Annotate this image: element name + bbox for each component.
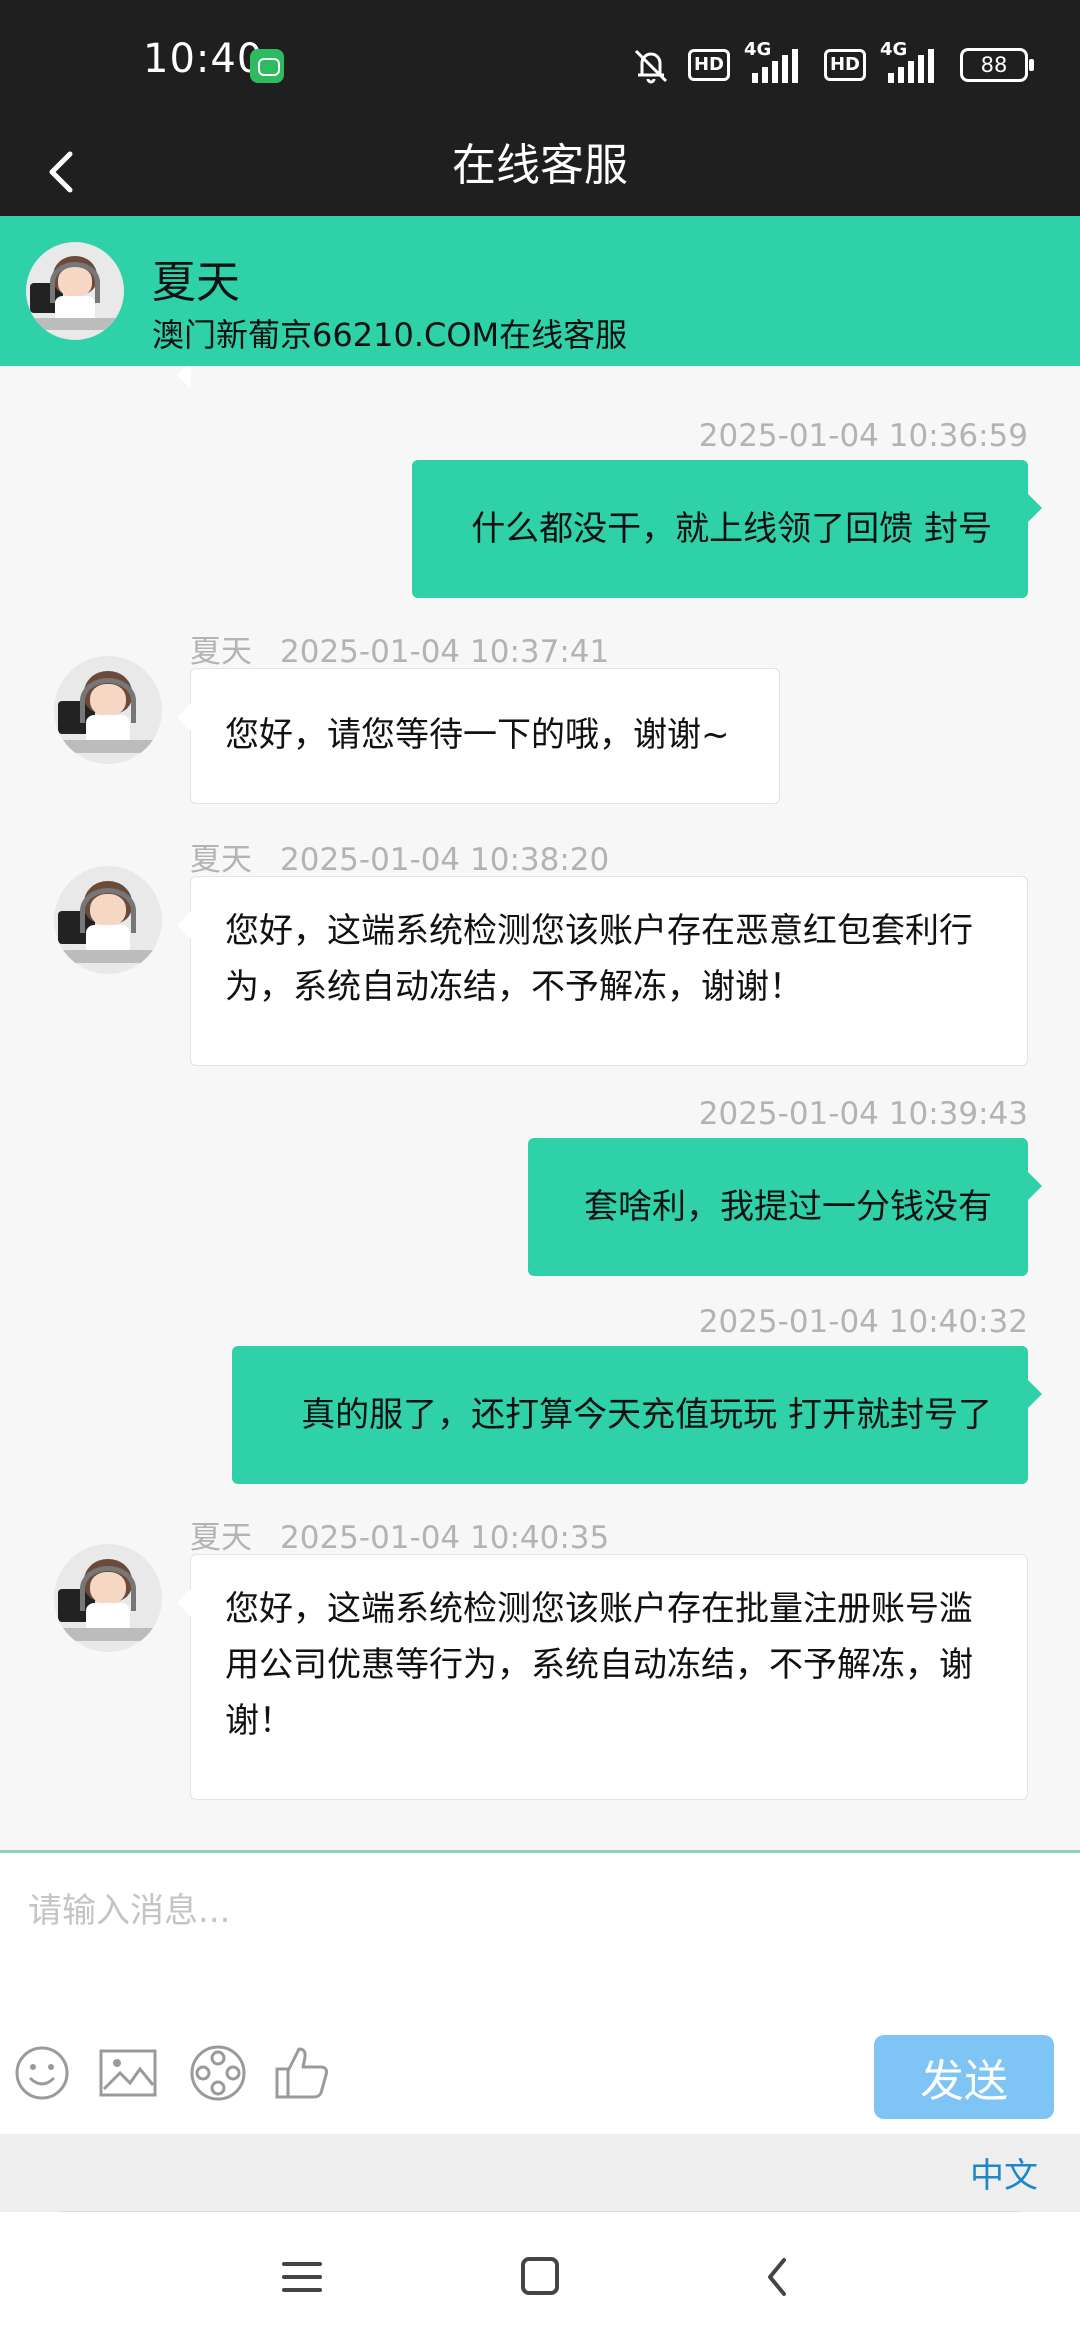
signal-4g-icon: 4G bbox=[744, 39, 810, 85]
hd-voice-icon: HD bbox=[687, 49, 730, 81]
status-time: 10:40 bbox=[143, 36, 264, 82]
hd-voice-icon: HD bbox=[823, 49, 866, 81]
message-timestamp: 2025-01-04 10:40:35 bbox=[280, 1520, 610, 1556]
message-timestamp: 2025-01-04 10:39:43 bbox=[698, 1096, 1028, 1132]
message-text: 真的服了，还打算今天充值玩玩 打开就封号了 bbox=[301, 1395, 992, 1435]
agent-message-bubble: 您好，这端系统检测您该账户存在恶意红包套利行为，系统自动冻结，不予解冻，谢谢！ bbox=[177, 876, 1028, 1066]
chat-message-list[interactable]: 2025-01-04 10:36:59 什么都没干，就上线领了回馈 封号 夏天 2… bbox=[0, 366, 1080, 1850]
battery-icon: 88 bbox=[960, 48, 1034, 82]
message-meta: 夏天 2025-01-04 10:40:35 bbox=[190, 1512, 609, 1557]
message-text: 您好，请您等待一下的哦，谢谢~ bbox=[225, 715, 730, 755]
message-composer: 请输入消息... 发送 bbox=[0, 1850, 1080, 2137]
page-title: 在线客服 bbox=[452, 140, 628, 191]
message-timestamp: 2025-01-04 10:37:41 bbox=[280, 634, 610, 670]
user-message-bubble: 真的服了，还打算今天充值玩玩 打开就封号了 bbox=[232, 1346, 1042, 1484]
agent-message-bubble: 您好，请您等待一下的哦，谢谢~ bbox=[177, 668, 780, 804]
bell-muted-icon bbox=[634, 49, 668, 84]
emoji-icon[interactable] bbox=[12, 2043, 72, 2103]
message-input[interactable]: 请输入消息... bbox=[28, 1883, 230, 1932]
user-message-bubble: 什么都没干，就上线领了回馈 封号 bbox=[412, 460, 1042, 598]
message-timestamp: 2025-01-04 10:36:59 bbox=[698, 418, 1028, 454]
agent-avatar bbox=[54, 866, 162, 974]
agent-avatar bbox=[26, 242, 124, 340]
send-button[interactable]: 发送 bbox=[874, 2035, 1054, 2119]
message-timestamp: 2025-01-04 10:38:20 bbox=[280, 842, 610, 878]
home-icon[interactable] bbox=[510, 2250, 570, 2304]
agent-info-bar: 夏天 澳门新葡京66210.COM在线客服 bbox=[0, 216, 1080, 366]
message-text: 什么都没干，就上线领了回馈 封号 bbox=[471, 509, 992, 549]
image-icon[interactable] bbox=[98, 2043, 158, 2103]
agent-avatar bbox=[54, 656, 162, 764]
status-icons: HD 4G HD 4G 88 bbox=[628, 39, 1034, 90]
signal-4g-icon: 4G bbox=[880, 39, 946, 85]
message-meta: 夏天 2025-01-04 10:37:41 bbox=[190, 626, 609, 671]
agent-avatar bbox=[54, 1544, 162, 1652]
message-text: 您好，这端系统检测您该账户存在批量注册账号滥用公司优惠等行为，系统自动冻结，不予… bbox=[225, 1589, 973, 1741]
message-text: 套啥利，我提过一分钱没有 bbox=[584, 1187, 992, 1227]
agent-message-bubble: 您好，这端系统检测您该账户存在批量注册账号滥用公司优惠等行为，系统自动冻结，不予… bbox=[177, 1554, 1028, 1800]
user-message-bubble: 套啥利，我提过一分钱没有 bbox=[528, 1138, 1042, 1276]
message-meta: 夏天 2025-01-04 10:38:20 bbox=[190, 834, 609, 879]
language-switch[interactable]: 中文 bbox=[970, 2148, 1038, 2197]
agent-name: 夏天 bbox=[152, 257, 240, 308]
message-text: 您好，这端系统检测您该账户存在恶意红包套利行为，系统自动冻结，不予解冻，谢谢！ bbox=[225, 911, 973, 1007]
sender-name: 夏天 bbox=[190, 1520, 252, 1556]
agent-subtitle: 澳门新葡京66210.COM在线客服 bbox=[152, 316, 628, 354]
video-icon[interactable] bbox=[188, 2043, 248, 2103]
language-bar: 中文 bbox=[0, 2134, 1080, 2212]
system-navigation-bar bbox=[0, 2212, 1080, 2340]
sender-name: 夏天 bbox=[190, 842, 252, 878]
thumbs-up-icon[interactable] bbox=[272, 2043, 332, 2103]
back-icon[interactable] bbox=[748, 2250, 808, 2304]
chat-app-notification-icon bbox=[250, 49, 284, 83]
message-timestamp: 2025-01-04 10:40:32 bbox=[698, 1304, 1028, 1340]
title-bar: 在线客服 bbox=[0, 126, 1080, 216]
sender-name: 夏天 bbox=[190, 634, 252, 670]
status-bar: 10:40 HD 4G HD 4G 88 bbox=[0, 0, 1080, 126]
menu-icon[interactable] bbox=[272, 2250, 332, 2304]
